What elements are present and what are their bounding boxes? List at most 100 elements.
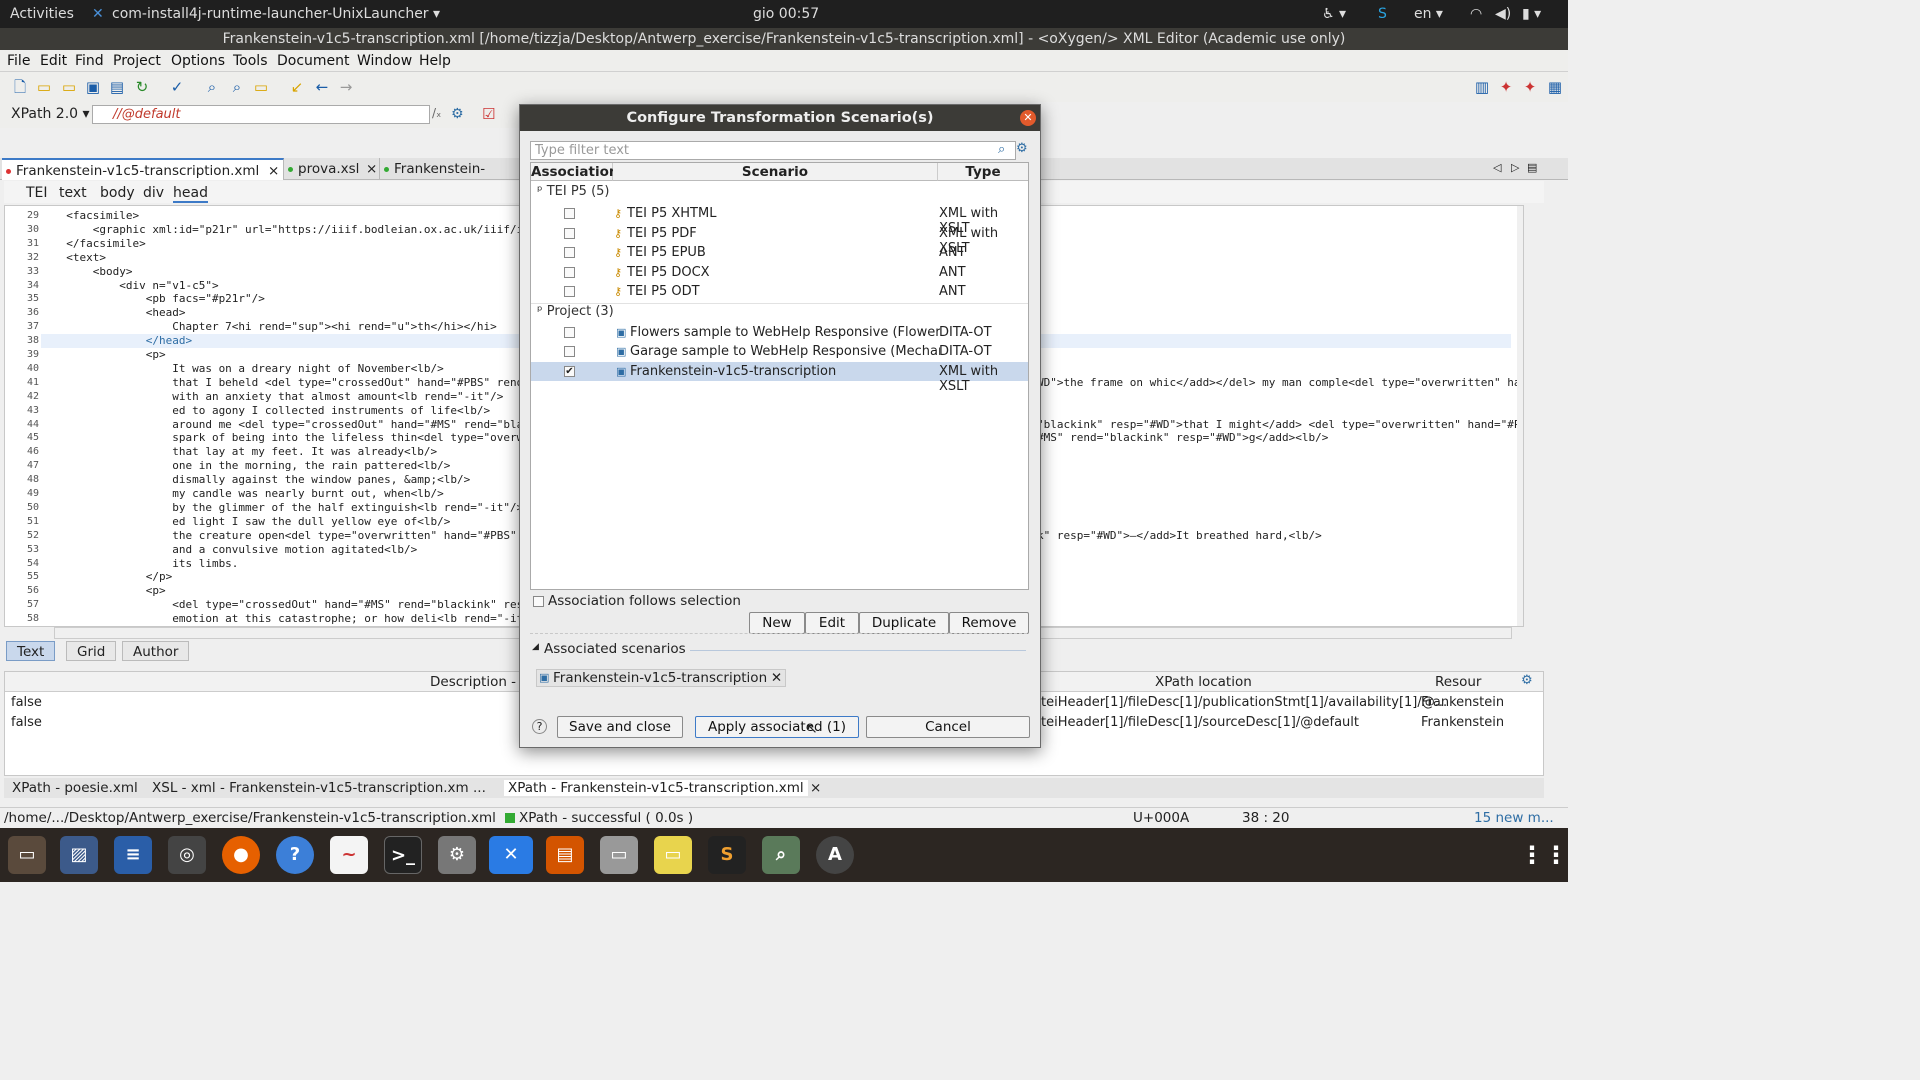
software-updater-icon[interactable]: A — [816, 836, 854, 874]
col-type[interactable]: Type — [938, 163, 1028, 181]
association-checkbox[interactable] — [564, 247, 575, 258]
code-line[interactable]: dismally against the window panes, &amp;… — [53, 473, 470, 486]
edit-button[interactable]: Edit — [805, 612, 859, 634]
open-url-icon[interactable]: ▭ — [60, 78, 78, 96]
close-icon[interactable]: × — [810, 780, 821, 796]
clipboard-icon[interactable]: ▭ — [252, 78, 270, 96]
menu-help[interactable]: Help — [419, 53, 451, 69]
code-line[interactable]: by the glimmer of the half extinguish<lb… — [53, 501, 523, 514]
code-line-continuation[interactable]: "blackink" resp="#WD">that I might</add>… — [1037, 418, 1520, 431]
code-line[interactable]: <facsimile> — [53, 209, 139, 222]
find-icon[interactable]: ⌕ — [203, 78, 221, 96]
validate-icon[interactable]: ☑ — [482, 105, 495, 123]
col-association[interactable]: Association — [531, 163, 619, 181]
settings-gear-icon[interactable]: ⚙ — [451, 106, 464, 122]
xquery-icon[interactable]: ✦ — [1521, 78, 1539, 96]
menu-document[interactable]: Document — [277, 53, 350, 69]
remove-button[interactable]: Remove — [949, 612, 1029, 634]
tabs-left-arrow-icon[interactable]: ◁ — [1493, 161, 1501, 174]
code-line[interactable]: </p> — [53, 570, 173, 583]
settings-icon[interactable]: ⚙ — [438, 836, 476, 874]
breadcrumb-div[interactable]: div — [143, 185, 164, 201]
code-line[interactable]: spark of being into the lifeless thin<de… — [53, 431, 550, 444]
xpath-options-icon[interactable]: /ₓ — [432, 106, 441, 120]
code-line[interactable]: around me <del type="crossedOut" hand="#… — [53, 418, 550, 431]
tab-prova-xsl[interactable]: prova.xsl × — [284, 158, 380, 180]
code-line[interactable]: <body> — [53, 265, 133, 278]
presentation-icon[interactable]: ▤ — [546, 836, 584, 874]
close-icon[interactable]: × — [268, 160, 279, 182]
code-line[interactable]: my candle was nearly burnt out, when<lb/… — [53, 487, 444, 500]
layout-icon[interactable]: ▥ — [1473, 78, 1491, 96]
group-project[interactable]: ᵖ Project (3) — [537, 304, 614, 319]
save-and-close-button[interactable]: Save and close — [557, 716, 683, 738]
filter-input[interactable]: Type filter text — [530, 141, 1016, 160]
menu-tools[interactable]: Tools — [233, 53, 268, 69]
breadcrumb-text[interactable]: text — [59, 185, 87, 201]
find-files-icon[interactable]: ⌕ — [228, 78, 246, 96]
reload-icon[interactable]: ↻ — [133, 78, 151, 96]
app-grid-icon[interactable]: ⋮⋮ — [1520, 836, 1568, 874]
new-file-icon[interactable]: 🗋 — [11, 78, 29, 96]
code-line[interactable]: the creature open<del type="overwritten"… — [53, 529, 550, 542]
status-new-messages[interactable]: 15 new m... — [1474, 810, 1554, 826]
mode-author-button[interactable]: Author — [122, 641, 190, 661]
associated-scenario-chip[interactable]: ▣ Frankenstein-v1c5-transcription ✕ — [536, 669, 787, 687]
association-checkbox[interactable] — [564, 267, 575, 278]
tab-xpath-frankenstein[interactable]: XPath - Frankenstein-v1c5-transcription.… — [504, 780, 808, 796]
code-line-continuation[interactable]: WD">the frame on whic</add></del> my man… — [1037, 376, 1520, 389]
close-icon[interactable]: × — [366, 158, 377, 180]
open-folder-icon[interactable]: ▭ — [35, 78, 53, 96]
menu-file[interactable]: File — [7, 53, 30, 69]
collapse-icon[interactable]: ᵖ — [537, 304, 543, 319]
battery-icon[interactable]: ▮ ▾ — [1522, 6, 1541, 22]
pdf-icon[interactable]: ~ — [330, 836, 368, 874]
settings-gear-icon[interactable]: ⚙ — [1016, 141, 1028, 156]
col-resource[interactable]: Resour — [1435, 674, 1481, 690]
skype-icon[interactable]: S — [1378, 6, 1387, 22]
association-checkbox[interactable] — [564, 286, 575, 297]
association-checkbox[interactable]: ✔ — [564, 366, 575, 377]
menu-project[interactable]: Project — [113, 53, 161, 69]
files-icon[interactable]: ▭ — [8, 836, 46, 874]
group-tei-p5[interactable]: ᵖ TEI P5 (5) — [537, 184, 610, 199]
list-item[interactable]: ⚷ TEI P5 PDF XML with XSLT — [531, 224, 1028, 256]
new-button[interactable]: New — [749, 612, 805, 634]
menu-options[interactable]: Options — [171, 53, 225, 69]
forward-icon[interactable]: → — [337, 78, 355, 96]
code-line[interactable]: </head> — [53, 334, 192, 347]
printer-icon[interactable]: ▭ — [600, 836, 638, 874]
save-all-icon[interactable]: ▤ — [108, 78, 126, 96]
mode-grid-button[interactable]: Grid — [66, 641, 117, 661]
code-line[interactable]: that I beheld <del type="crossedOut" han… — [53, 376, 550, 389]
xpath-version[interactable]: XPath 2.0 ▾ — [11, 106, 90, 122]
code-line[interactable]: </facsimile> — [53, 237, 145, 250]
code-line[interactable]: that lay at my feet. It was already<lb/> — [53, 445, 437, 458]
accessibility-icon[interactable]: ♿ ▾ — [1322, 6, 1346, 22]
xpath-input[interactable]: //@default — [92, 105, 430, 124]
volume-icon[interactable]: ◀) — [1495, 6, 1511, 22]
search-icon[interactable]: ⌕ — [998, 142, 1005, 157]
breadcrumb-tei[interactable]: TEI — [26, 185, 48, 201]
code-line[interactable]: ed to agony I collected instruments of l… — [53, 404, 490, 417]
list-item[interactable]: ⚷ TEI P5 EPUB ANT — [531, 243, 1028, 262]
notes-icon[interactable]: ▭ — [654, 836, 692, 874]
firefox-icon[interactable]: ● — [222, 836, 260, 874]
code-line-continuation[interactable]: #MS" rend="blackink" resp="#WD">g</add><… — [1037, 431, 1328, 444]
vertical-scrollbar[interactable] — [1517, 206, 1523, 626]
tab-frankenstein-xml[interactable]: Frankenstein-v1c5-transcription.xml × — [2, 158, 284, 180]
code-line[interactable]: <p> — [53, 584, 166, 597]
association-checkbox[interactable] — [564, 228, 575, 239]
mode-text-button[interactable]: Text — [6, 641, 56, 661]
tabs-list-icon[interactable]: ▤ — [1527, 161, 1537, 174]
code-line-continuation[interactable]: k" resp="#WD">—</add>It breathed hard,<l… — [1037, 529, 1322, 542]
list-item[interactable]: ✔ ▣ Frankenstein-v1c5-transcription XML wit… — [531, 362, 1028, 394]
activities-button[interactable]: Activities — [10, 6, 74, 22]
image-search-icon[interactable]: ⌕ — [762, 836, 800, 874]
tab-xsl-frankenstein[interactable]: XSL - xml - Frankenstein-v1c5-transcript… — [152, 780, 486, 796]
col-scenario[interactable]: Scenario — [613, 163, 938, 181]
code-line[interactable]: <p> — [53, 348, 166, 361]
save-icon[interactable]: ▣ — [84, 78, 102, 96]
collapse-icon[interactable]: ᵖ — [537, 184, 543, 199]
code-line[interactable]: <del type="crossedOut" hand="#MS" rend="… — [53, 598, 550, 611]
